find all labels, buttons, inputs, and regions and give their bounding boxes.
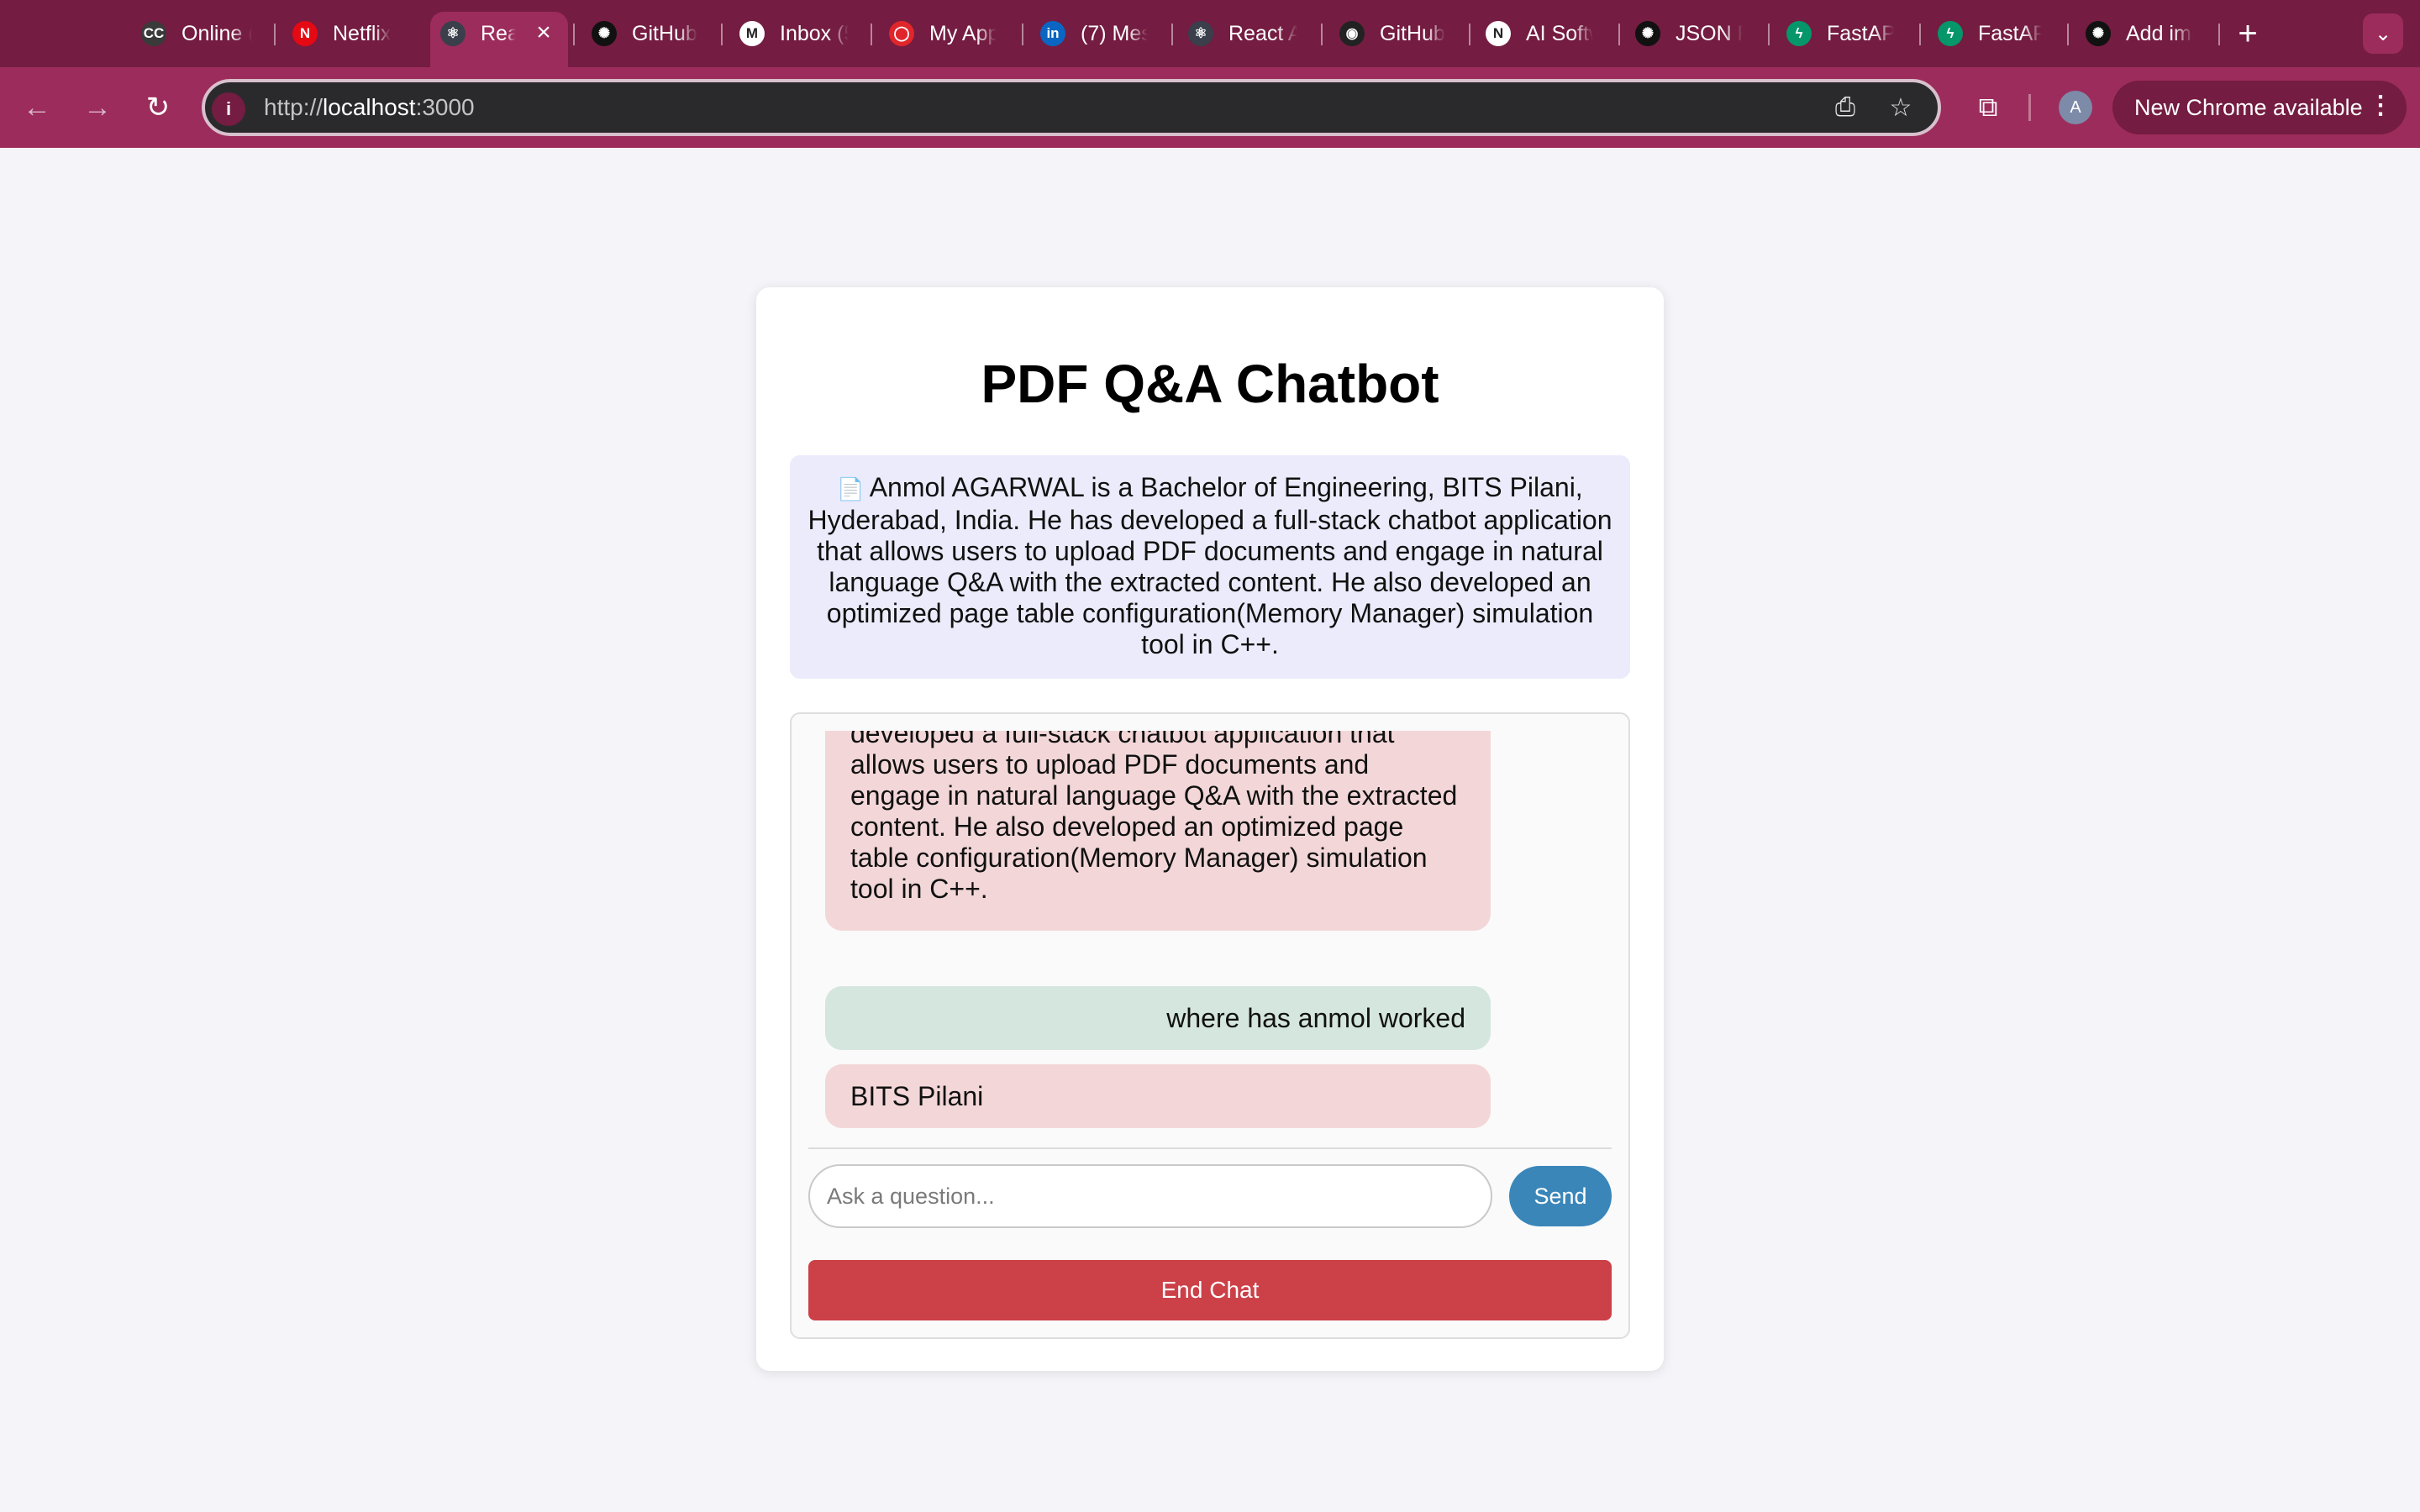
update-label: New Chrome available [2134,94,2363,120]
back-arrow-icon[interactable]: ← [17,87,57,128]
tab-separator [1321,24,1323,45]
extensions-puzzle-icon[interactable]: ⧉ [1968,87,2008,128]
url-text[interactable]: http://localhost:3000 [264,92,475,123]
tab-title: JSON F [1676,21,1743,45]
oracle-icon: ◯ [889,21,914,46]
send-button[interactable]: Send [1509,1166,1612,1226]
tab-separator [1618,24,1620,45]
pdf-summary: 📄 Anmol AGARWAL is a Bachelor of Engineer… [790,455,1630,679]
notion-icon: N [1486,21,1511,46]
linkedin-icon: in [1040,21,1065,46]
new-tab-button[interactable]: + [2231,13,2265,54]
browser-tab[interactable]: ◉ GitHub [1339,13,1447,54]
tab-title: (7) Mes [1081,21,1148,45]
message-list[interactable]: Engineering, BITS Pilani, Hyderabad, Ind… [792,731,1628,1191]
browser-tab[interactable]: ⚛ React A [1188,13,1297,54]
page-title: PDF Q&A Chatbot [981,354,1439,414]
tab-separator [2067,24,2069,45]
fastapi-icon: ϟ [1938,21,1963,46]
tab-separator [573,24,575,45]
browser-tab[interactable]: N Netflix [292,13,402,54]
chatbot-card: PDF Q&A Chatbot 📄 Anmol AGARWAL is a Bach… [756,287,1664,1371]
tab-title: FastAPI [1978,21,2042,45]
browser-tab[interactable]: ϟ FastAPI [1938,13,2042,54]
tab-title: Online ( [182,21,252,45]
gmail-icon: M [739,21,765,46]
tab-title: FastAPI [1827,21,1894,45]
browser-tab[interactable]: ◯ My App [889,13,997,54]
bookmark-star-icon[interactable]: ☆ [1884,91,1918,124]
chat-panel: Engineering, BITS Pilani, Hyderabad, Ind… [790,712,1630,1339]
tab-separator [1171,24,1173,45]
end-chat-button[interactable]: End Chat [808,1260,1612,1320]
tab-separator [2218,24,2220,45]
browser-tab[interactable]: in (7) Mes [1040,13,1148,54]
tab-separator [1022,24,1023,45]
browser-tab[interactable]: ✺ JSON F [1635,13,1743,54]
tab-active[interactable]: ⚛ Rea [440,13,516,54]
tab-title: My App [929,21,997,45]
github-icon: ◉ [1339,21,1365,46]
user-message: where has anmol worked [825,986,1491,1050]
bot-message: Engineering, BITS Pilani, Hyderabad, Ind… [825,731,1491,931]
profile-avatar[interactable]: A [2059,91,2092,124]
document-icon: 📄 [837,476,865,501]
browser-tab[interactable]: ✺ Add ima [2086,13,2193,54]
tab-title: GitHub [632,21,697,45]
summary-text: Anmol AGARWAL is a Bachelor of Engineeri… [808,472,1612,659]
url-host: localhost [323,94,416,120]
site-info-icon[interactable]: i [212,92,245,126]
browser-tab[interactable]: ✺ GitHub [592,13,697,54]
browser-tab[interactable]: M Inbox (5 [739,13,849,54]
react-icon: ⚛ [1188,21,1213,46]
browser-tab[interactable]: N AI Softw [1486,13,1593,54]
browser-tab[interactable]: CC Online ( [141,13,252,54]
openai-icon: ✺ [1635,21,1660,46]
tab-title: React A [1228,21,1297,45]
toolbar-divider [2028,94,2031,121]
install-app-icon[interactable]: ⎙ [1828,91,1862,124]
tab-separator [721,24,723,45]
react-icon: ⚛ [440,21,466,46]
url-port: :3000 [415,94,475,120]
new-chrome-available-button[interactable]: New Chrome available ⋮ [2112,81,2407,134]
message-text: BITS Pilani [850,1080,984,1111]
tab-title: GitHub [1380,21,1445,45]
question-input[interactable] [808,1164,1492,1228]
netflix-icon: N [292,21,318,46]
more-menu-icon[interactable]: ⋮ [2368,91,2393,120]
cc-icon: CC [141,21,166,46]
tab-title: Rea [481,21,516,45]
tab-title: AI Softw [1526,21,1593,45]
url-scheme: http:// [264,94,324,120]
chat-divider [808,1147,1612,1149]
fastapi-icon: ϟ [1786,21,1812,46]
message-text: Engineering, BITS Pilani, Hyderabad, Ind… [850,731,1458,904]
tab-title: Add ima [2126,21,2193,45]
reload-icon[interactable]: ↻ [138,87,178,128]
openai-icon: ✺ [592,21,617,46]
message-text: where has anmol worked [1166,1002,1465,1033]
browser-tab[interactable]: ϟ FastAPI [1786,13,1894,54]
tab-separator [1768,24,1770,45]
close-tab-icon[interactable]: × [531,18,556,47]
tab-search-chevron-icon[interactable]: ⌄ [2363,13,2403,54]
tab-separator [1469,24,1470,45]
tab-strip: CC Online ( N Netflix ⚛ Rea ✺ GitHub M Inbox (5 ◯ M… [0,0,2420,67]
tab-separator [274,24,276,45]
openai-icon: ✺ [2086,21,2111,46]
tab-separator [871,24,872,45]
bot-message: BITS Pilani [825,1064,1491,1128]
tab-separator [1919,24,1921,45]
forward-arrow-icon[interactable]: → [77,87,118,128]
tab-title: Inbox (5 [780,21,849,45]
tab-title: Netflix [333,21,392,45]
